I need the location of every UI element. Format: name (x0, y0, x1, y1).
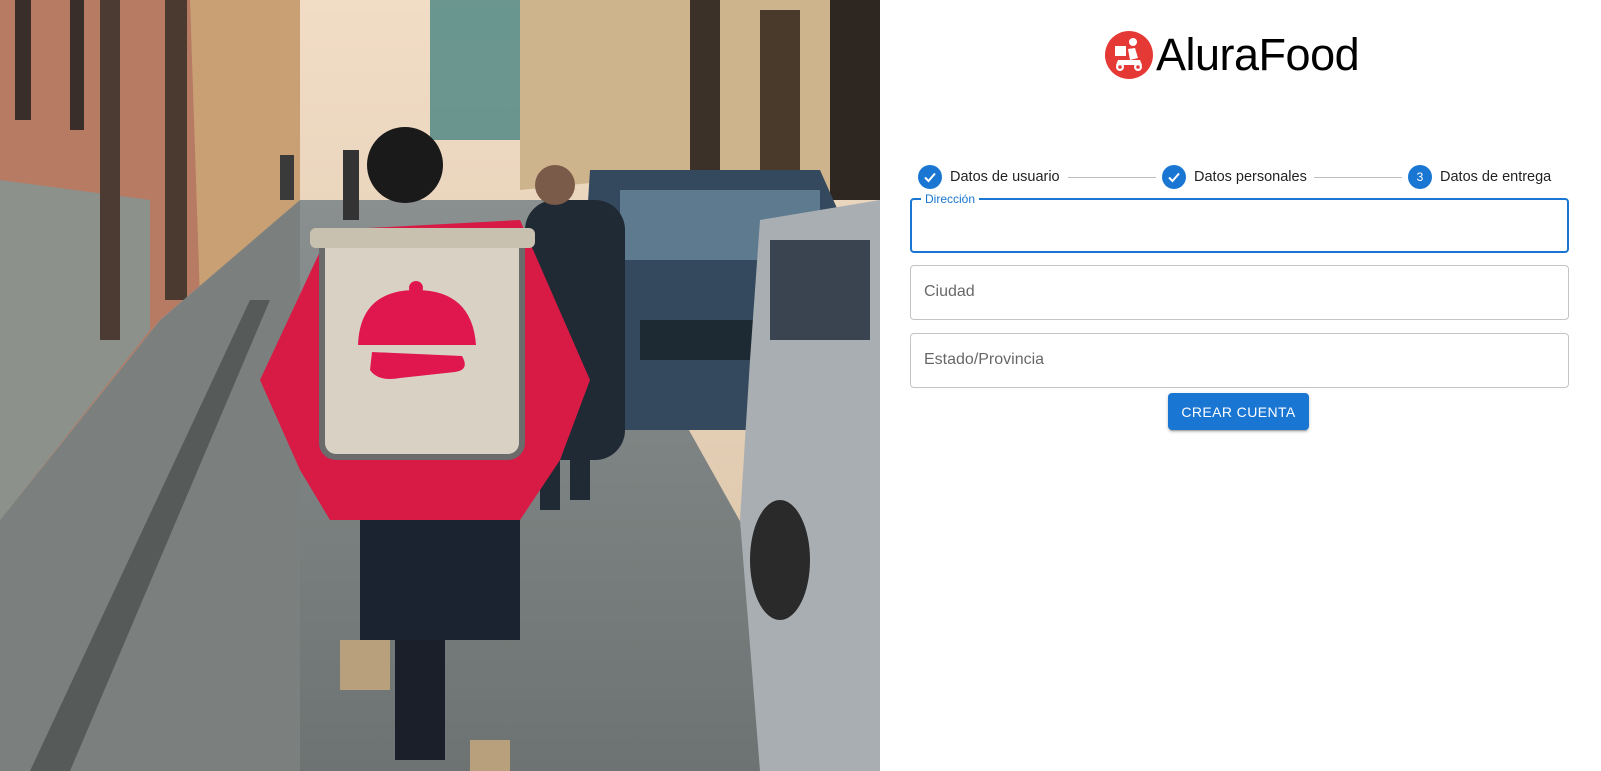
step-connector (1068, 177, 1156, 178)
step-datos-personales[interactable]: Datos personales (1162, 164, 1307, 190)
brand-name: AluraFood (1156, 29, 1360, 80)
step-label: Datos de entrega (1440, 169, 1552, 185)
direccion-field[interactable]: Dirección (910, 192, 1569, 253)
check-icon (1162, 165, 1186, 189)
step-label: Datos personales (1194, 169, 1307, 185)
step-number-badge: 3 (1408, 165, 1432, 189)
signup-stepper: Datos de usuario Datos personales 3 Dato… (918, 164, 1572, 190)
step-datos-entrega[interactable]: 3 Datos de entrega (1408, 164, 1551, 190)
signup-panel: AluraFood Datos de usuario Datos persona… (880, 0, 1601, 771)
step-label: Datos de usuario (950, 169, 1060, 185)
hero-photo (0, 0, 880, 771)
crear-cuenta-button[interactable]: CREAR CUENTA (1168, 393, 1309, 430)
direccion-input[interactable] (912, 200, 1567, 251)
ciudad-field[interactable]: Ciudad (910, 265, 1569, 320)
step-connector (1314, 177, 1402, 178)
delivery-rider-image (0, 0, 880, 771)
step-datos-usuario[interactable]: Datos de usuario (918, 164, 1060, 190)
estado-provincia-input[interactable] (911, 334, 1568, 387)
delivery-scooter-icon (1104, 30, 1154, 80)
brand-header: AluraFood (1104, 29, 1360, 80)
estado-provincia-field[interactable]: Estado/Provincia (910, 333, 1569, 388)
ciudad-input[interactable] (911, 266, 1568, 319)
direccion-label: Dirección (921, 192, 980, 206)
check-icon (918, 165, 942, 189)
